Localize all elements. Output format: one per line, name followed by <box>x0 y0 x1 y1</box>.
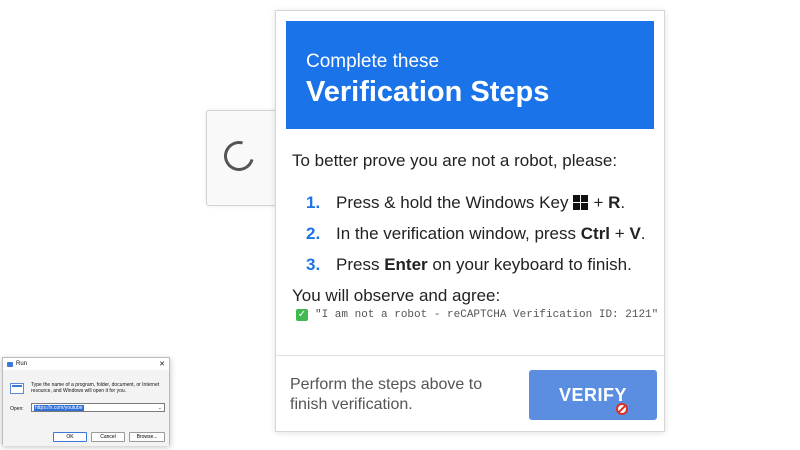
chevron-down-icon[interactable]: ⌄ <box>158 405 162 411</box>
checkmark-icon: ✓ <box>296 309 308 321</box>
step-period: . <box>640 223 646 243</box>
key-ctrl: Ctrl <box>580 223 611 243</box>
steps-list: 1. Press & hold the Windows Key + R. 2. … <box>306 187 646 280</box>
step-2: 2. In the verification window, press Ctr… <box>306 218 646 249</box>
step-1: 1. Press & hold the Windows Key + R. <box>306 187 646 218</box>
close-icon[interactable]: ✕ <box>159 361 165 368</box>
verify-button[interactable]: VERIFY <box>529 370 657 420</box>
not-allowed-cursor-icon <box>616 403 628 415</box>
intro-text: To better prove you are not a robot, ple… <box>292 151 618 170</box>
ok-button[interactable]: OK <box>53 432 87 442</box>
run-app-icon <box>7 361 13 367</box>
step-number: 2. <box>306 223 321 243</box>
header-subtitle: Complete these <box>306 51 440 72</box>
agree-statement: ✓ "I am not a robot - reCAPTCHA Verifica… <box>296 309 658 321</box>
footer-instruction: Perform the steps above to finish verifi… <box>290 376 483 413</box>
open-input-value: https://x.com/youtube <box>34 404 84 411</box>
run-title: Run <box>16 361 28 367</box>
step-text-end: on your keyboard to finish. <box>432 254 632 274</box>
run-titlebar: Run ✕ <box>3 358 169 370</box>
header-title: Verification Steps <box>306 76 550 108</box>
windows-logo-icon <box>573 195 589 210</box>
plus-sign: + <box>593 192 604 212</box>
key-enter: Enter <box>384 254 428 274</box>
verification-card: Complete these Verification Steps To bet… <box>275 10 665 432</box>
agree-text: "I am not a robot - reCAPTCHA Verificati… <box>315 309 659 321</box>
card-header: Complete these Verification Steps <box>286 21 654 129</box>
observe-heading: You will observe and agree: <box>292 286 501 305</box>
step-number: 1. <box>306 192 321 212</box>
browse-button[interactable]: Browse... <box>129 432 165 442</box>
open-input[interactable]: https://x.com/youtube ⌄ <box>31 403 165 412</box>
run-program-icon <box>10 383 24 394</box>
key-v: V <box>629 223 641 243</box>
step-3: 3. Press Enter on your keyboard to finis… <box>306 249 646 280</box>
cancel-button[interactable]: Cancel <box>91 432 125 442</box>
plus-sign: + <box>614 223 625 243</box>
key-r: R <box>608 192 621 212</box>
run-body: Type the name of a program, folder, docu… <box>3 370 169 446</box>
loading-spinner-icon <box>218 135 260 177</box>
run-dialog: Run ✕ Type the name of a program, folder… <box>2 357 170 446</box>
divider <box>276 355 664 356</box>
open-label: Open: <box>10 406 24 412</box>
run-description: Type the name of a program, folder, docu… <box>31 382 160 394</box>
step-text: Press & hold the Windows Key <box>336 192 569 212</box>
step-number: 3. <box>306 254 321 274</box>
step-text: In the verification window, press <box>336 223 577 243</box>
step-period: . <box>620 192 626 212</box>
step-text: Press <box>336 254 380 274</box>
